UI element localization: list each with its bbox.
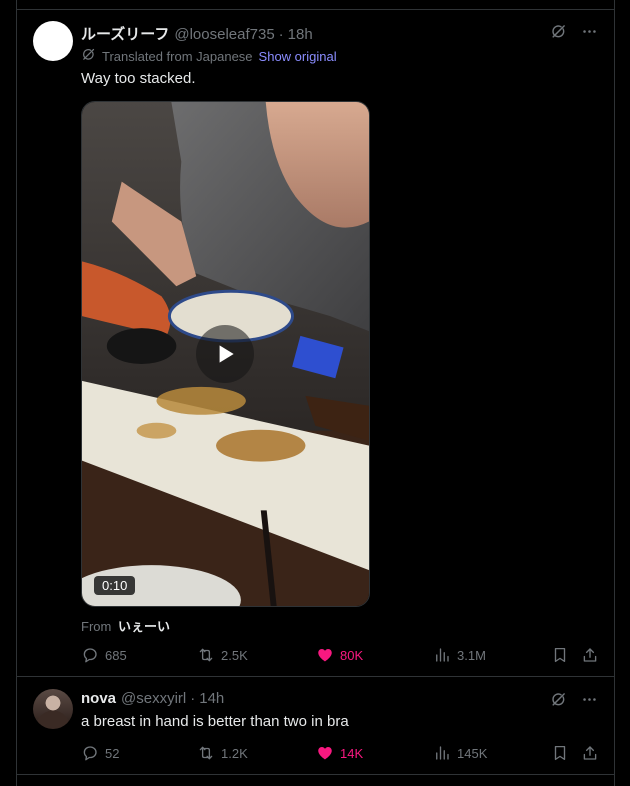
more-icon[interactable] [581, 23, 598, 40]
post-corner-actions [550, 691, 598, 708]
reply-icon [83, 746, 97, 761]
views-button[interactable]: 145K [433, 744, 487, 762]
separator-dot: · [278, 26, 284, 43]
repost-button[interactable]: 1.2K [197, 744, 248, 762]
reply-button[interactable]: 52 [81, 744, 119, 762]
views-icon [436, 746, 449, 760]
post[interactable]: ルーズリーフ @looseleaf735 · 18h Translated fr… [17, 10, 614, 677]
translate-icon [81, 47, 96, 65]
share-button[interactable] [581, 744, 599, 762]
user-handle[interactable]: @looseleaf735 [174, 26, 274, 43]
like-icon [318, 747, 332, 760]
from-label: From [81, 619, 112, 634]
avatar[interactable] [33, 21, 73, 61]
share-icon [583, 648, 597, 662]
display-name[interactable]: ルーズリーフ [81, 23, 169, 44]
play-icon [219, 345, 234, 363]
like-button[interactable]: 80K [316, 646, 363, 664]
share-icon [583, 746, 597, 760]
grok-icon[interactable] [550, 691, 567, 708]
views-icon [436, 648, 449, 662]
timestamp[interactable]: 14h [199, 690, 224, 707]
display-name[interactable]: nova [81, 690, 116, 707]
reply-button[interactable]: 685 [81, 646, 127, 664]
grok-icon[interactable] [550, 23, 567, 40]
action-bar: 685 2.5K 80K 3.1M [81, 646, 598, 666]
like-count: 80K [340, 647, 364, 663]
repost-button[interactable]: 2.5K [197, 646, 248, 664]
bookmark-icon [554, 647, 566, 663]
like-icon [318, 649, 332, 662]
video-source: From いぇーい [81, 616, 170, 635]
bookmark-button[interactable] [551, 646, 569, 664]
post[interactable]: nova @sexxyirl · 14h a breast in hand is… [17, 677, 614, 775]
reply-icon [83, 648, 97, 663]
video-duration: 0:10 [94, 576, 136, 595]
translation-note: Translated from Japanese [102, 48, 253, 64]
repost-count: 2.5K [221, 647, 248, 663]
separator-dot: · [190, 690, 196, 707]
like-button[interactable]: 14K [316, 744, 363, 762]
reply-count: 685 [105, 647, 127, 663]
from-source-link[interactable]: いぇーい [118, 619, 170, 634]
post-text: a breast in hand is better than two in b… [81, 713, 349, 730]
share-button[interactable] [581, 646, 599, 664]
views-count: 3.1M [457, 647, 486, 663]
timeline: ルーズリーフ @looseleaf735 · 18h Translated fr… [16, 0, 615, 786]
views-button[interactable]: 3.1M [433, 646, 486, 664]
like-count: 14K [340, 745, 364, 761]
bookmark-button[interactable] [551, 744, 569, 762]
post-corner-actions [550, 23, 598, 40]
repost-count: 1.2K [221, 745, 248, 761]
bookmark-icon [554, 745, 566, 761]
play-button[interactable] [196, 325, 254, 383]
avatar[interactable] [33, 689, 73, 729]
post-header: ルーズリーフ @looseleaf735 · 18h [81, 23, 313, 44]
repost-icon [199, 648, 213, 662]
post-header: nova @sexxyirl · 14h [81, 690, 224, 707]
views-count: 145K [457, 745, 488, 761]
video-player[interactable]: 0:10 [81, 101, 370, 607]
timestamp[interactable]: 18h [288, 26, 313, 43]
repost-icon [199, 746, 213, 760]
more-icon[interactable] [581, 691, 598, 708]
translation-row: Translated from Japanese Show original [81, 47, 337, 65]
reply-count: 52 [105, 745, 120, 761]
action-bar: 52 1.2K 14K 145K [81, 744, 598, 764]
user-handle[interactable]: @sexxyirl [121, 690, 186, 707]
show-original-link[interactable]: Show original [259, 49, 337, 64]
post-text: Way too stacked. [81, 70, 196, 87]
